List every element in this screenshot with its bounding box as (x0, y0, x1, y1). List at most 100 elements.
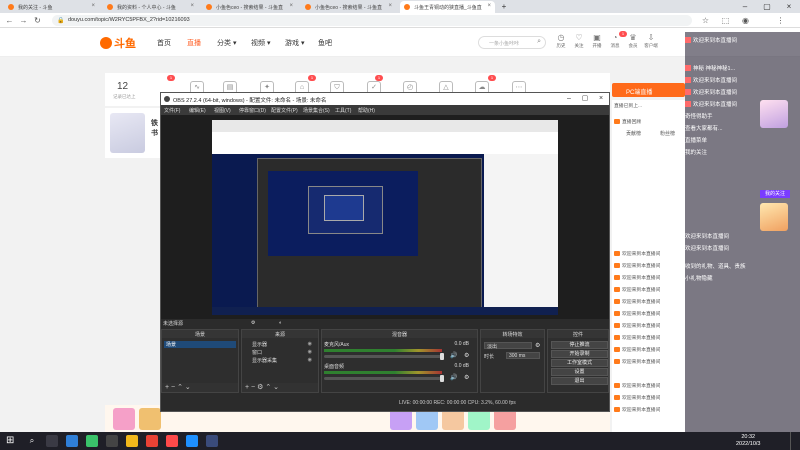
url-field[interactable]: 🔒 douyu.com/topic/W2RYC5PFBX_2?rid=102160… (52, 15, 692, 26)
gift-item[interactable] (113, 408, 135, 430)
speaker-icon[interactable]: 🔊 (450, 352, 457, 359)
obs-preview[interactable] (161, 115, 609, 319)
wechat-icon[interactable] (86, 435, 98, 447)
bookmark-star-icon[interactable]: ☆ (700, 15, 711, 26)
obs-titlebar[interactable]: OBS 27.2.4 (64-bit, windows) - 配置文件: 未命名… (161, 93, 609, 105)
history-button[interactable]: ◷ 历史 (553, 33, 569, 49)
nav-home[interactable]: 首页 (157, 38, 171, 48)
filters-icon[interactable]: ◐ (279, 320, 282, 326)
menu-file[interactable]: 文件(F) (164, 107, 180, 114)
start-stream-button[interactable]: ▣ 开播 (589, 33, 605, 49)
up-icon[interactable]: ⌃ (265, 384, 273, 391)
source-item[interactable]: 显示器 ◉ (244, 341, 316, 348)
browser-tab[interactable]: 我的关注 - 斗鱼 × (4, 1, 99, 13)
tab-contribution[interactable]: 贡献榜 (626, 130, 641, 137)
properties-gear-icon[interactable]: ⚙ (251, 320, 255, 326)
nav-live[interactable]: 直播 (187, 38, 201, 48)
menu-view[interactable]: 视图(V) (214, 107, 231, 114)
slider-handle[interactable] (440, 375, 444, 382)
obs-app-icon[interactable] (106, 435, 118, 447)
volume-slider[interactable] (324, 375, 444, 382)
scene-item[interactable]: 场景 (164, 341, 236, 348)
extensions-icon[interactable]: ⬚ (720, 15, 731, 26)
close-tab-icon[interactable]: × (388, 3, 392, 9)
nav-category[interactable]: 分类 ▾ (217, 38, 236, 48)
studio-mode-button[interactable]: 工作室模式 (551, 359, 608, 367)
maximize-icon[interactable]: ▢ (577, 93, 593, 105)
chrome-icon[interactable] (146, 435, 158, 447)
settings-button[interactable]: 设置 (551, 368, 608, 376)
browser-tab[interactable]: 小鱼色ceo - 搜索结果 - 斗鱼直 × (301, 1, 396, 13)
menu-scene-collection[interactable]: 场景集合(S) (303, 107, 330, 114)
menu-tools[interactable]: 工具(T) (335, 107, 351, 114)
new-tab-icon[interactable]: + (497, 0, 511, 13)
close-window-icon[interactable]: × (778, 0, 800, 13)
nav-fish-bar[interactable]: 鱼吧 (318, 38, 332, 48)
follow-button[interactable]: ♡ 关注 (571, 33, 587, 49)
eye-icon[interactable]: ◉ (308, 357, 312, 363)
avatar[interactable] (760, 100, 788, 128)
gift-item[interactable] (139, 408, 161, 430)
douyu-logo[interactable]: 斗鱼 (100, 35, 136, 51)
eye-icon[interactable]: ◉ (308, 349, 312, 355)
close-tab-icon[interactable]: × (487, 3, 491, 9)
app-icon[interactable] (166, 435, 178, 447)
vip-button[interactable]: ♛ 会员 (625, 33, 641, 49)
down-icon[interactable]: ⌄ (273, 384, 279, 391)
gear-icon[interactable]: ⚙ (535, 342, 540, 349)
close-tab-icon[interactable]: × (190, 3, 194, 9)
close-window-icon[interactable]: × (593, 93, 609, 105)
anchor-card[interactable]: 铁书 (105, 108, 160, 158)
browser-tab[interactable]: 我的资料 - 个人中心 - 斗鱼 × (103, 1, 198, 13)
start-recording-button[interactable]: 开始录制 (551, 350, 608, 358)
menu-help[interactable]: 帮助(H) (358, 107, 375, 114)
browser-menu-icon[interactable]: ⋮ (775, 15, 786, 26)
my-follow-label[interactable]: 我的关注 (760, 190, 790, 198)
menu-edit[interactable]: 编辑(E) (189, 107, 206, 114)
menu-docks[interactable]: 停靠窗口(D) (239, 107, 266, 114)
edge-icon[interactable] (66, 435, 78, 447)
site-search-input[interactable]: 一条小鱼咔咔 ⌕ (478, 36, 546, 49)
windows-start-icon[interactable]: ⊞ (6, 435, 14, 447)
browser-tab[interactable]: 小鱼色ceo - 搜索结果 - 斗鱼直 × (202, 1, 297, 13)
nav-games[interactable]: 游戏 ▾ (285, 38, 304, 48)
nav-video[interactable]: 视频 ▾ (251, 38, 270, 48)
task-view-icon[interactable] (46, 435, 58, 447)
source-item[interactable]: 显示器采集 ◉ (244, 357, 316, 364)
pc-stream-button[interactable]: PC端直播 (612, 83, 685, 97)
gear-icon[interactable]: ⚙ (464, 374, 469, 381)
client-download-button[interactable]: ⇩ 客户端 (643, 33, 659, 49)
app-icon[interactable] (186, 435, 198, 447)
back-icon[interactable]: ← (4, 15, 15, 26)
duration-input[interactable]: 300 ms (506, 352, 540, 359)
anchor-avatar[interactable] (110, 113, 145, 153)
steam-icon[interactable] (206, 435, 218, 447)
gear-icon[interactable]: ⚙ (464, 352, 469, 359)
source-item[interactable]: 窗口 ◉ (244, 349, 316, 356)
exit-button[interactable]: 退出 (551, 377, 608, 385)
system-clock[interactable]: 20:32 2022/10/3 (736, 434, 760, 448)
forward-icon[interactable]: → (18, 15, 29, 26)
stop-streaming-button[interactable]: 停止推流 (551, 341, 608, 349)
maximize-icon[interactable]: ▢ (756, 0, 778, 13)
folder-icon[interactable] (126, 435, 138, 447)
up-icon[interactable]: ⌃ (177, 384, 185, 391)
close-tab-icon[interactable]: × (91, 3, 95, 9)
search-icon[interactable]: ⌕ (26, 435, 38, 447)
slider-handle[interactable] (440, 353, 444, 360)
speaker-icon[interactable]: 🔊 (450, 374, 457, 381)
eye-icon[interactable]: ◉ (308, 341, 312, 347)
volume-slider[interactable] (324, 353, 444, 360)
down-icon[interactable]: ⌄ (185, 384, 191, 391)
minimize-icon[interactable]: – (561, 93, 577, 105)
close-tab-icon[interactable]: × (289, 3, 293, 9)
browser-tab-active[interactable]: 斗鱼王青铜动的狭直播_斗鱼直 × (400, 1, 495, 13)
avatar[interactable] (760, 203, 788, 231)
minimize-icon[interactable]: – (734, 0, 756, 13)
search-icon[interactable]: ⌕ (537, 38, 541, 46)
transition-type-select[interactable]: 淡出 (484, 342, 532, 350)
tab-fans[interactable]: 粉丝榜 (660, 130, 675, 137)
reload-icon[interactable]: ↻ (32, 15, 43, 26)
profile-icon[interactable]: ◉ (740, 15, 751, 26)
menu-profile[interactable]: 配置文件(P) (271, 107, 298, 114)
